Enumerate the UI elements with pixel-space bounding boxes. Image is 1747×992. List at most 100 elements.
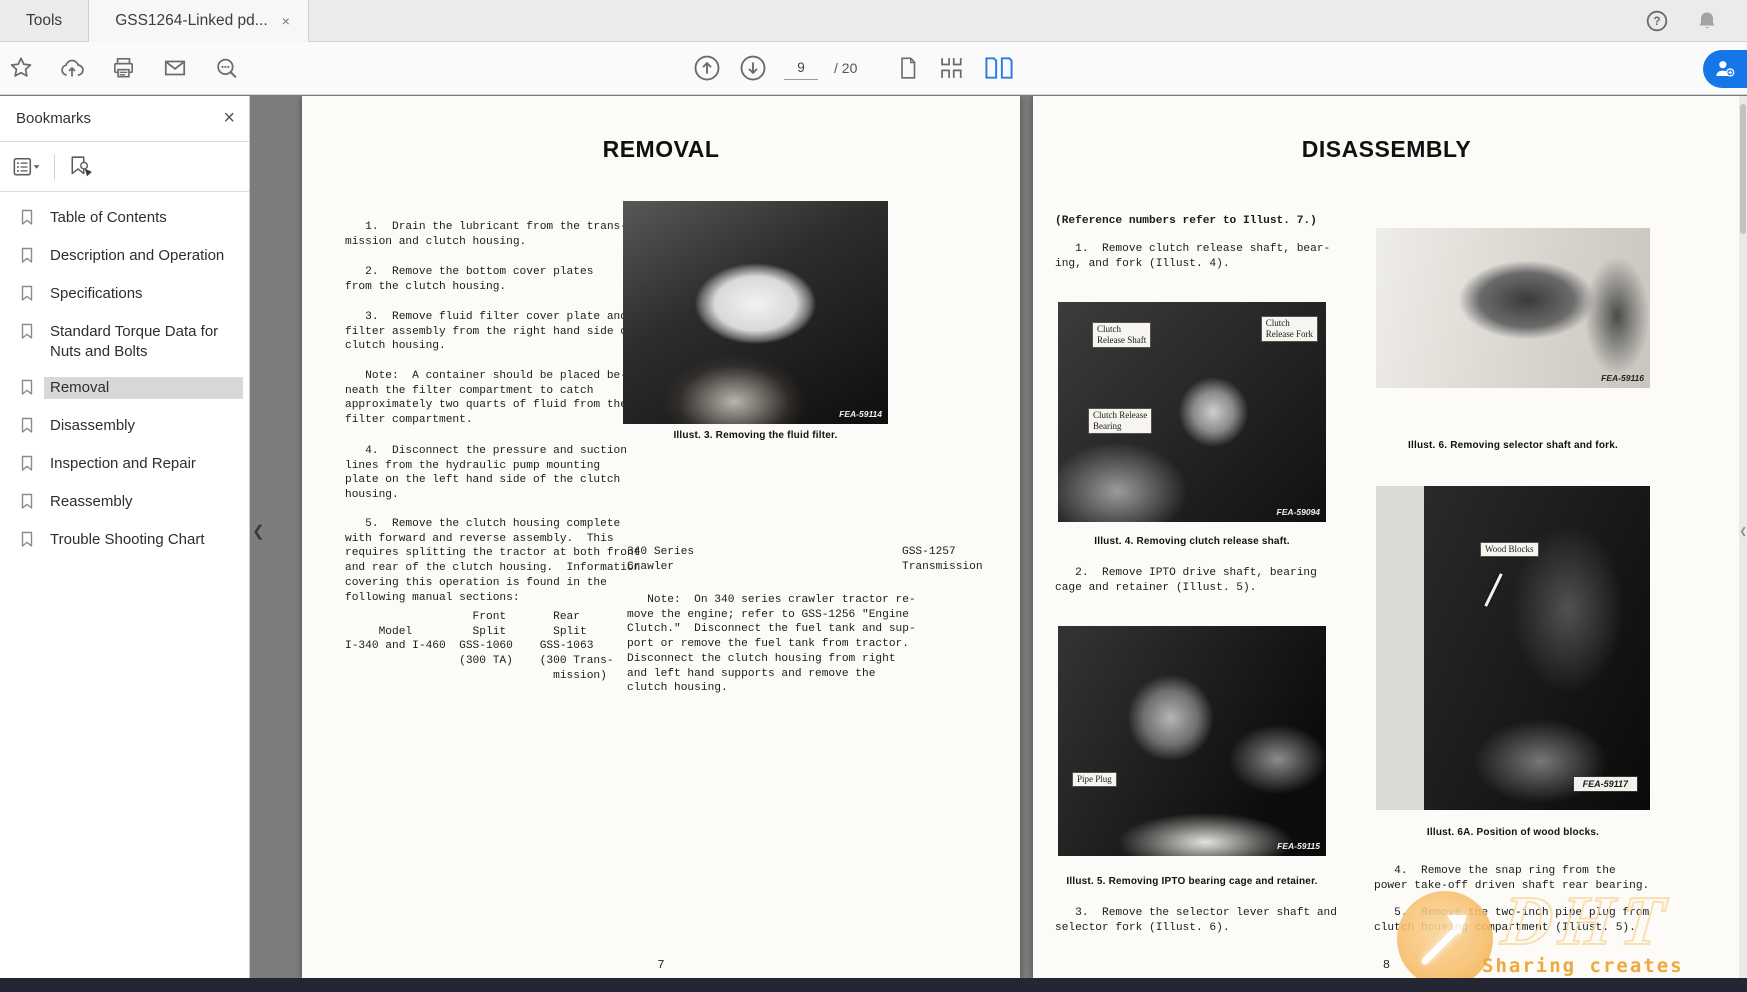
illust-3-caption: Illust. 3. Removing the fluid filter.: [623, 430, 888, 441]
page-8: DISASSEMBLY (Reference numbers refer to …: [1033, 96, 1740, 978]
ref-340-series: 340 Series Crawler: [627, 545, 694, 574]
bookmark-item-label: Reassembly: [44, 491, 243, 513]
pdf-reader-window: Tools GSS1264-Linked pd... × ?: [0, 0, 1747, 992]
bookmark-item-label: Table of Contents: [44, 207, 243, 229]
document-view: REMOVAL 1. Drain the lubricant from the …: [250, 96, 1747, 978]
illust-6a-photo-tag: FEA-59117: [1573, 776, 1638, 792]
print-icon[interactable]: [110, 55, 137, 81]
tab-close-icon[interactable]: ×: [282, 14, 290, 28]
removal-step-1: 1. Drain the lubricant from the trans- m…: [345, 220, 627, 249]
bookmark-item-label: Removal: [44, 377, 243, 399]
two-page-view-icon[interactable]: [983, 54, 1015, 82]
bookmark-item-label: Description and Operation: [44, 245, 243, 267]
section-title-disassembly: DISASSEMBLY: [1033, 136, 1740, 163]
removal-step-5: 5. Remove the clutch housing complete wi…: [345, 517, 640, 605]
right-panel-chevron-icon[interactable]: ❮: [1739, 526, 1747, 537]
bookmark-item-standard-torque-data[interactable]: Standard Torque Data for Nuts and Bolts: [0, 314, 249, 370]
removal-step-2: 2. Remove the bottom cover plates from t…: [345, 265, 593, 294]
crawler-note: Note: On 340 series crawler tractor re- …: [627, 593, 916, 696]
toolbar: / 20: [0, 42, 1747, 95]
notifications-bell-icon[interactable]: [1695, 9, 1719, 33]
previous-page-icon[interactable]: [692, 53, 722, 83]
cloud-upload-icon[interactable]: [58, 55, 86, 81]
illust-4-caption: Illust. 4. Removing clutch release shaft…: [1045, 536, 1339, 547]
illust-4-photo: Clutch Release Shaft Clutch Release Fork…: [1058, 302, 1326, 522]
tab-tools[interactable]: Tools: [0, 0, 88, 41]
tab-tools-label: Tools: [26, 12, 62, 30]
scrollbar-thumb[interactable]: [1740, 104, 1746, 234]
bottom-bar: [0, 978, 1747, 992]
bookmark-flag-icon: [20, 493, 34, 515]
tab-bar: Tools GSS1264-Linked pd... × ?: [0, 0, 1747, 42]
disassembly-intro: (Reference numbers refer to Illust. 7.): [1055, 214, 1317, 229]
single-page-view-icon[interactable]: [895, 54, 921, 82]
favorite-star-icon[interactable]: [8, 55, 34, 81]
removal-note-container: Note: A container should be placed be- n…: [345, 369, 627, 428]
bookmark-item-label: Standard Torque Data for Nuts and Bolts: [44, 321, 243, 363]
sidebar-collapse-chevron-icon[interactable]: ❮: [252, 522, 265, 540]
bookmark-options-icon[interactable]: [12, 156, 42, 178]
page-total-label: / 20: [834, 60, 857, 76]
bookmark-item-removal[interactable]: Removal: [0, 370, 249, 408]
help-icon[interactable]: ?: [1645, 9, 1669, 33]
page-number-7: 7: [302, 958, 1020, 972]
bookmarks-panel-title: Bookmarks: [16, 110, 223, 127]
illust-4-photo-tag: FEA-59094: [1277, 507, 1320, 517]
share-person-add-button[interactable]: [1703, 50, 1747, 88]
page-number-input[interactable]: [784, 56, 818, 80]
illust-5-caption: Illust. 5. Removing IPTO bearing cage an…: [1033, 876, 1351, 887]
bookmark-item-reassembly[interactable]: Reassembly: [0, 484, 249, 522]
illust-5-photo-tag: FEA-59115: [1277, 841, 1320, 851]
watermark-monogram: DHT: [1498, 882, 1675, 962]
search-icon[interactable]: [213, 55, 240, 81]
bookmark-item-description-and-operation[interactable]: Description and Operation: [0, 238, 249, 276]
bookmark-flag-icon: [20, 531, 34, 553]
removal-step-4: 4. Disconnect the pressure and suction l…: [345, 444, 627, 503]
disassembly-step-3: 3. Remove the selector lever shaft and s…: [1055, 906, 1337, 935]
bookmarks-close-icon[interactable]: ×: [223, 107, 235, 130]
find-current-bookmark-icon[interactable]: [67, 155, 95, 179]
illust-6-photo: FEA-59116: [1376, 228, 1650, 388]
bookmark-flag-icon: [20, 417, 34, 439]
email-icon[interactable]: [161, 55, 189, 81]
scrolling-page-view-icon[interactable]: [937, 54, 967, 82]
bookmarks-panel-header: Bookmarks ×: [0, 96, 249, 142]
illust-6a-photo: Wood Blocks FEA-59117: [1376, 486, 1650, 810]
label-clutch-release-fork: Clutch Release Fork: [1261, 316, 1318, 342]
bookmark-item-trouble-shooting-chart[interactable]: Trouble Shooting Chart: [0, 522, 249, 560]
bookmark-item-label: Specifications: [44, 283, 243, 305]
bookmarks-list: Table of Contents Description and Operat…: [0, 192, 249, 560]
illust-6-caption: Illust. 6. Removing selector shaft and f…: [1376, 440, 1650, 451]
svg-text:?: ?: [1653, 16, 1660, 28]
page-7: REMOVAL 1. Drain the lubricant from the …: [302, 96, 1020, 978]
bookmark-item-inspection-and-repair[interactable]: Inspection and Repair: [0, 446, 249, 484]
disassembly-step-1: 1. Remove clutch release shaft, bear- in…: [1055, 242, 1330, 271]
bookmark-flag-icon: [20, 285, 34, 307]
bookmark-item-table-of-contents[interactable]: Table of Contents: [0, 200, 249, 238]
split-sections-table: Front Rear Model Split Split I-340 and I…: [345, 610, 614, 684]
illust-6-photo-tag: FEA-59116: [1601, 373, 1644, 383]
bookmark-item-label: Inspection and Repair: [44, 453, 243, 475]
bookmark-flag-icon: [20, 379, 34, 401]
disassembly-step-2: 2. Remove IPTO drive shaft, bearing cage…: [1055, 566, 1317, 595]
bookmarks-toolbar-separator: [54, 154, 55, 180]
illust-5-photo: Pipe Plug FEA-59115: [1058, 626, 1326, 856]
bookmarks-toolbar: [0, 142, 249, 192]
main-area: Bookmarks × Table of Contents: [0, 96, 1747, 978]
tab-document[interactable]: GSS1264-Linked pd... ×: [88, 0, 309, 42]
watermark-arrow-icon: [1397, 891, 1493, 978]
watermark-tagline: Sharing creates success: [1482, 955, 1747, 978]
bookmark-item-label: Disassembly: [44, 415, 243, 437]
label-wood-blocks: Wood Blocks: [1480, 542, 1539, 557]
bookmark-flag-icon: [20, 455, 34, 477]
bookmark-item-disassembly[interactable]: Disassembly: [0, 408, 249, 446]
next-page-icon[interactable]: [738, 53, 768, 83]
removal-step-3: 3. Remove fluid filter cover plate and f…: [345, 310, 634, 354]
illust-3-photo-tag: FEA-59114: [839, 409, 882, 419]
toolbar-left-group: [0, 55, 240, 81]
label-clutch-release-shaft: Clutch Release Shaft: [1092, 322, 1151, 348]
vertical-scrollbar[interactable]: [1739, 96, 1747, 978]
watermark-logo-circle: [1397, 891, 1493, 978]
bookmark-flag-icon: [20, 209, 34, 231]
bookmark-item-specifications[interactable]: Specifications: [0, 276, 249, 314]
